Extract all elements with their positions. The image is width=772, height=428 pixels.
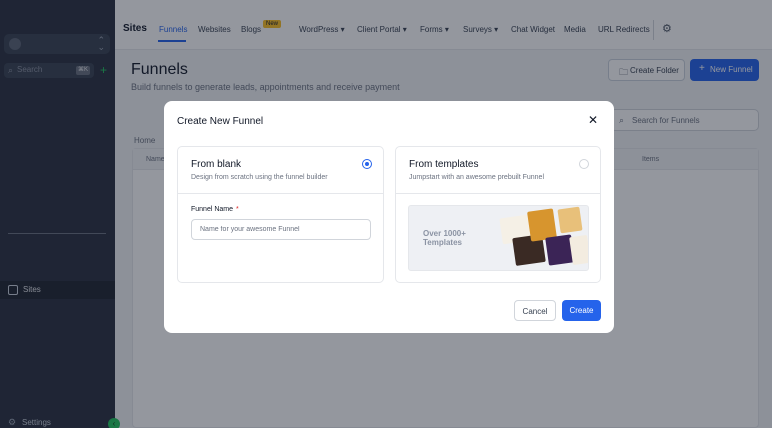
cancel-button[interactable]: Cancel: [514, 300, 556, 321]
required-mark: *: [236, 206, 239, 213]
create-button-label: Create: [569, 306, 594, 315]
templates-preview-text: Over 1000+ Templates: [423, 229, 466, 247]
option-header: From templates Jumpstart with an awesome…: [396, 147, 600, 194]
create-button[interactable]: Create: [562, 300, 601, 321]
option-title: From templates: [409, 159, 479, 170]
option-title: From blank: [191, 159, 242, 170]
option-description: Design from scratch using the funnel bui…: [191, 174, 328, 181]
create-funnel-modal: Create New Funnel ✕ From blank Design fr…: [164, 101, 614, 333]
option-from-blank[interactable]: From blank Design from scratch using the…: [177, 146, 384, 283]
template-thumbnail: [569, 234, 588, 266]
option-description: Jumpstart with an awesome prebuilt Funne…: [409, 174, 545, 181]
radio-from-blank[interactable]: [362, 159, 372, 169]
modal-title: Create New Funnel: [177, 116, 264, 127]
option-header: From blank Design from scratch using the…: [178, 147, 383, 194]
radio-from-templates[interactable]: [579, 159, 589, 169]
option-from-templates[interactable]: From templates Jumpstart with an awesome…: [395, 146, 601, 283]
funnel-name-label-text: Funnel Name: [191, 206, 234, 213]
templates-preview-image: Over 1000+ Templates: [408, 205, 589, 271]
funnel-name-label: Funnel Name *: [191, 206, 239, 213]
template-thumbnail: [557, 206, 583, 234]
cancel-button-label: Cancel: [522, 307, 548, 316]
funnel-name-input[interactable]: [191, 219, 371, 240]
close-icon[interactable]: ✕: [588, 113, 598, 127]
